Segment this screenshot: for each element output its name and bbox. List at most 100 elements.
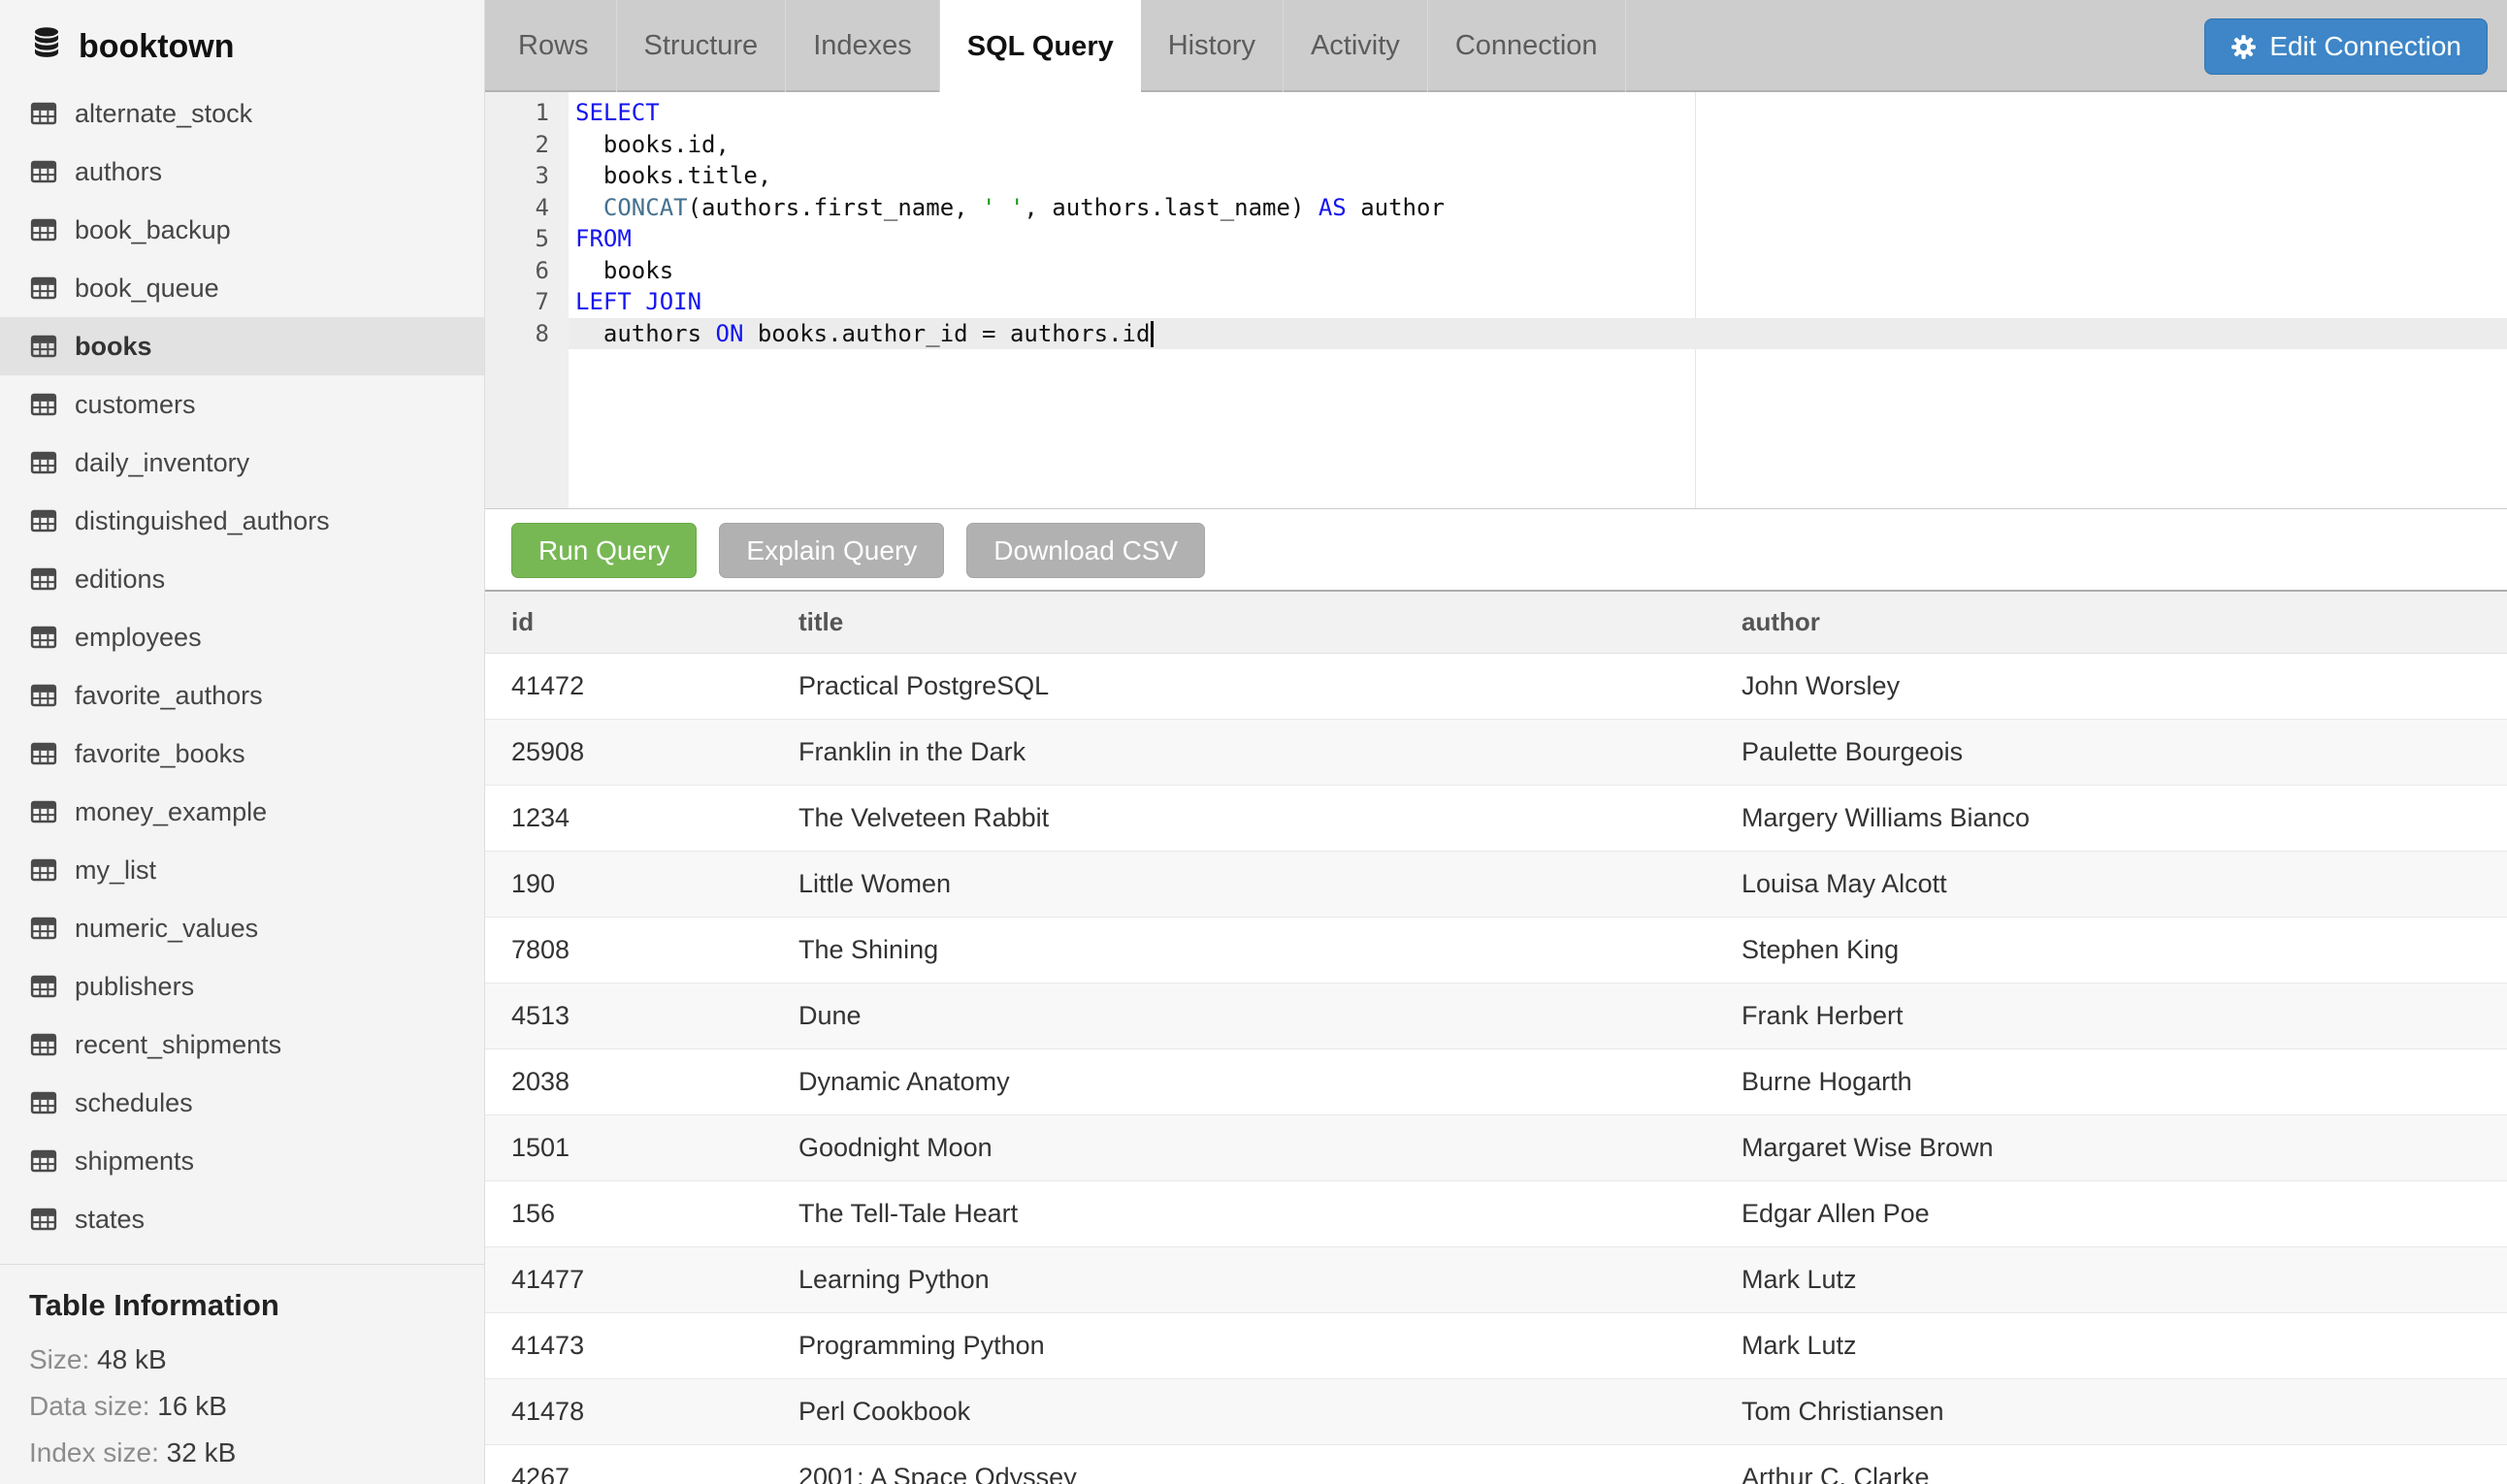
code-line: CONCAT(authors.first_name, ' ', authors.… [569, 192, 2507, 224]
sidebar-table-item[interactable]: favorite_authors [0, 666, 484, 725]
table-icon [29, 1088, 58, 1117]
table-name-label: daily_inventory [75, 448, 249, 478]
author-cell: John Worsley [1715, 653, 2507, 719]
author-cell: Frank Herbert [1715, 983, 2507, 1048]
edit-connection-button[interactable]: Edit Connection [2204, 18, 2488, 75]
sidebar-table-item[interactable]: shipments [0, 1132, 484, 1190]
sidebar-table-item[interactable]: authors [0, 143, 484, 201]
table-name-label: recent_shipments [75, 1030, 281, 1060]
title-cell: The Velveteen Rabbit [772, 785, 1715, 851]
table-name-label: publishers [75, 972, 194, 1002]
code-line: LEFT JOIN [569, 286, 2507, 318]
table-icon [29, 448, 58, 477]
title-cell: Practical PostgreSQL [772, 653, 1715, 719]
sidebar-table-item[interactable]: my_list [0, 841, 484, 899]
table-info-data-size: Data size: 16 kB [29, 1391, 455, 1422]
sidebar-table-item-selected[interactable]: books [0, 317, 484, 375]
author-cell: Edgar Allen Poe [1715, 1180, 2507, 1246]
line-number: 1 [485, 97, 569, 129]
sidebar-table-item[interactable]: money_example [0, 783, 484, 841]
run-query-button[interactable]: Run Query [511, 523, 697, 578]
title-cell: Dynamic Anatomy [772, 1048, 1715, 1114]
tab-sql-query[interactable]: SQL Query [940, 0, 1141, 94]
table-row: 156The Tell-Tale HeartEdgar Allen Poe [485, 1180, 2507, 1246]
sidebar-table-item[interactable]: states [0, 1190, 484, 1248]
id-cell: 4513 [485, 983, 772, 1048]
tab-rows[interactable]: Rows [491, 0, 617, 92]
sidebar-table-item[interactable]: schedules [0, 1074, 484, 1132]
line-number: 8 [485, 318, 569, 350]
author-cell: Paulette Bourgeois [1715, 719, 2507, 785]
sidebar-table-item[interactable]: favorite_books [0, 725, 484, 783]
line-number: 2 [485, 129, 569, 161]
table-icon [29, 739, 58, 768]
table-information-heading: Table Information [29, 1288, 455, 1323]
table-row: 190Little WomenLouisa May Alcott [485, 851, 2507, 917]
id-cell: 1234 [485, 785, 772, 851]
table-name-label: book_queue [75, 274, 219, 304]
table-icon [29, 797, 58, 826]
tab-indexes[interactable]: Indexes [786, 0, 940, 92]
tab-connection[interactable]: Connection [1428, 0, 1626, 92]
table-icon [29, 855, 58, 885]
sidebar-table-item[interactable]: recent_shipments [0, 1016, 484, 1074]
line-number: 7 [485, 286, 569, 318]
sidebar-table-item[interactable]: book_queue [0, 259, 484, 317]
table-icon [29, 215, 58, 244]
tab-history[interactable]: History [1141, 0, 1284, 92]
table-name-label: shipments [75, 1146, 194, 1177]
table-name-label: numeric_values [75, 914, 258, 944]
table-icon [29, 681, 58, 710]
code-line-active: authors ON books.author_id = authors.id [569, 318, 2507, 350]
sidebar-table-item[interactable]: daily_inventory [0, 434, 484, 492]
table-info-index-size: Index size: 32 kB [29, 1437, 455, 1468]
table-row: 42672001: A Space OdysseyArthur C. Clark… [485, 1444, 2507, 1484]
table-name-label: customers [75, 390, 196, 420]
table-name-label: schedules [75, 1088, 193, 1118]
text-cursor [1151, 321, 1154, 347]
tab-activity[interactable]: Activity [1284, 0, 1428, 92]
table-icon [29, 972, 58, 1001]
author-cell: Louisa May Alcott [1715, 851, 2507, 917]
table-name-label: alternate_stock [75, 99, 252, 129]
table-name-label: editions [75, 565, 165, 595]
sql-editor[interactable]: 1 2 3 4 5 6 7 8 SELECT books.id, books.t… [485, 92, 2507, 509]
sidebar-table-item[interactable]: employees [0, 608, 484, 666]
sidebar-table-item[interactable]: customers [0, 375, 484, 434]
table-icon [29, 157, 58, 186]
author-cell: Margaret Wise Brown [1715, 1114, 2507, 1180]
table-icon [29, 99, 58, 128]
title-cell: Dune [772, 983, 1715, 1048]
table-icon [29, 1030, 58, 1059]
line-number: 4 [485, 192, 569, 224]
table-name-label: states [75, 1205, 145, 1235]
tab-structure[interactable]: Structure [617, 0, 787, 92]
sidebar-table-item[interactable]: distinguished_authors [0, 492, 484, 550]
column-header-id: id [485, 591, 772, 653]
sidebar-table-item[interactable]: alternate_stock [0, 84, 484, 143]
table-row: 4513DuneFrank Herbert [485, 983, 2507, 1048]
sidebar-table-item[interactable]: publishers [0, 957, 484, 1016]
code-line: books [569, 255, 2507, 287]
table-info-size: Size: 48 kB [29, 1344, 455, 1375]
table-icon [29, 332, 58, 361]
title-cell: The Shining [772, 917, 1715, 983]
author-cell: Margery Williams Bianco [1715, 785, 2507, 851]
download-csv-button[interactable]: Download CSV [966, 523, 1205, 578]
sidebar-table-item[interactable]: editions [0, 550, 484, 608]
gear-icon [2230, 34, 2257, 60]
line-number: 6 [485, 255, 569, 287]
author-cell: Burne Hogarth [1715, 1048, 2507, 1114]
line-number: 5 [485, 223, 569, 255]
sidebar-table-item[interactable]: numeric_values [0, 899, 484, 957]
table-row: 25908Franklin in the DarkPaulette Bourge… [485, 719, 2507, 785]
sidebar-table-item[interactable]: book_backup [0, 201, 484, 259]
title-cell: The Tell-Tale Heart [772, 1180, 1715, 1246]
explain-query-button[interactable]: Explain Query [719, 523, 944, 578]
editor-code-area[interactable]: SELECT books.id, books.title, CONCAT(aut… [569, 92, 2507, 508]
author-cell: Arthur C. Clarke [1715, 1444, 2507, 1484]
id-cell: 2038 [485, 1048, 772, 1114]
results-header-row: id title author [485, 591, 2507, 653]
table-row: 41478Perl CookbookTom Christiansen [485, 1378, 2507, 1444]
table-name-label: authors [75, 157, 162, 187]
